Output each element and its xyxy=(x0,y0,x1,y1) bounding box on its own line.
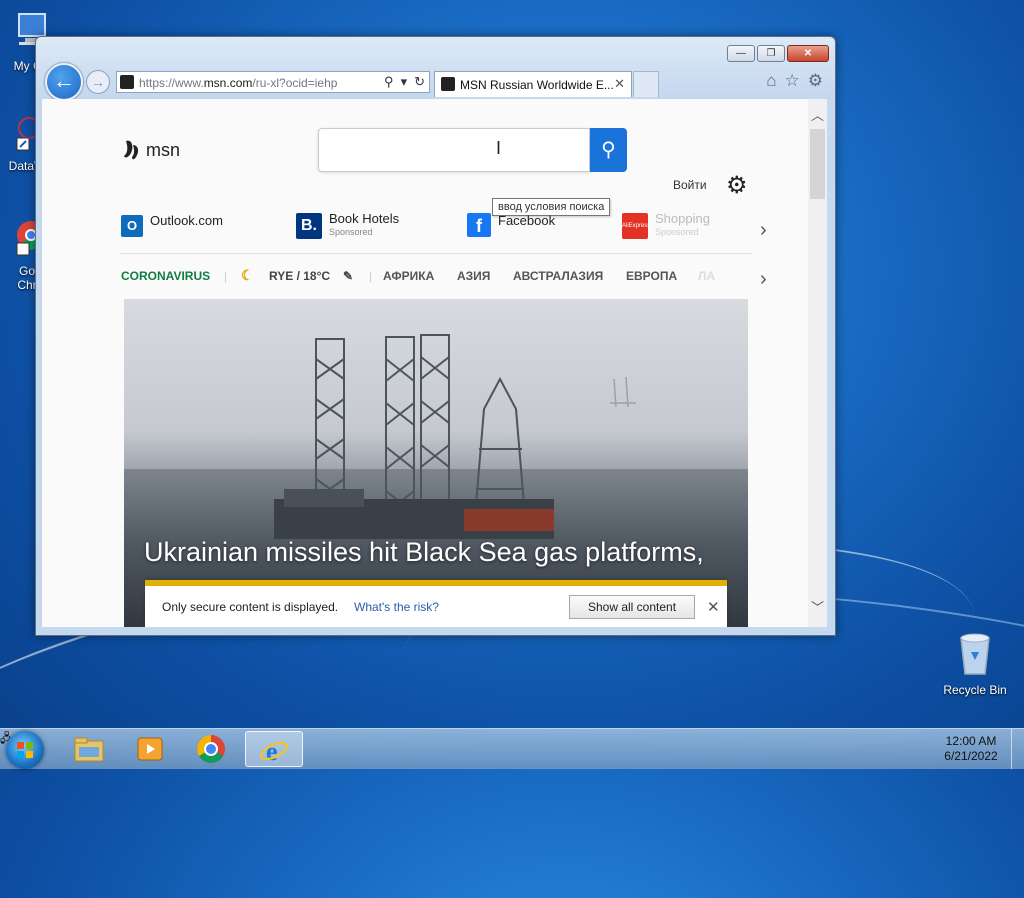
tab-close-icon[interactable]: ✕ xyxy=(614,76,625,92)
close-button[interactable]: ✕ xyxy=(787,45,829,62)
msn-favicon-icon xyxy=(441,77,455,91)
search-button[interactable]: ⚲ xyxy=(590,128,627,172)
nav-separator: | xyxy=(369,269,373,283)
dropdown-icon[interactable]: ▾ xyxy=(401,74,408,90)
taskbar-internet-explorer[interactable]: e xyxy=(245,731,303,767)
quicklink-label: Facebook xyxy=(498,213,556,228)
home-icon[interactable]: ⌂ xyxy=(766,71,776,91)
windows-logo-icon xyxy=(17,742,33,758)
sponsored-label: Sponsored xyxy=(329,227,373,237)
notification-message: Only secure content is displayed. xyxy=(162,600,339,614)
refresh-icon[interactable]: ↻ xyxy=(414,74,425,90)
quicklink-facebook[interactable]: f Facebook xyxy=(467,213,555,237)
divider xyxy=(121,253,751,254)
desktop-icon-label: Go Chr xyxy=(17,264,37,292)
taskbar: e 🖧 🔊 12:00 AM 6/21/2022 xyxy=(0,728,1024,769)
nav-region-asia[interactable]: АЗИЯ xyxy=(457,269,490,283)
nav-region-europe[interactable]: ЕВРОПА xyxy=(626,269,677,283)
booking-icon: B. xyxy=(296,213,322,239)
settings-gear-icon[interactable]: ⚙ xyxy=(726,171,748,200)
hero-headline[interactable]: Ukrainian missiles hit Black Sea gas pla… xyxy=(144,537,704,568)
svg-text:e: e xyxy=(266,737,278,765)
scroll-up-icon[interactable]: ︿ xyxy=(811,105,824,124)
address-url: https://www.msn.com/ru-xl?ocid=iehp xyxy=(139,76,338,90)
forward-button[interactable]: → xyxy=(86,70,110,94)
search-icon: ⚲ xyxy=(601,139,616,161)
desktop-icon-recycle-bin[interactable]: Recycle Bin xyxy=(940,630,1010,697)
start-button[interactable] xyxy=(6,731,44,769)
hero-image-oil-rigs xyxy=(124,334,748,627)
clock-date: 6/21/2022 xyxy=(944,749,998,763)
quicklink-outlook[interactable]: O Outlook.com xyxy=(121,213,223,237)
tab-title: MSN Russian Worldwide E... xyxy=(460,78,614,92)
recycle-bin-icon xyxy=(940,630,1010,681)
navbar-next-arrow-icon[interactable]: › xyxy=(760,268,767,291)
category-navbar: CORONAVIRUS | ☾ RYE / 18°C ✎ | АФРИКА АЗ… xyxy=(121,265,751,289)
nav-coronavirus[interactable]: CORONAVIRUS xyxy=(121,269,210,283)
page-viewport: msn I ⚲ ввод условия поиска Войти ⚙ O Ou… xyxy=(42,99,827,627)
edit-pencil-icon[interactable]: ✎ xyxy=(343,269,353,283)
text-cursor-icon: I xyxy=(496,138,502,158)
scroll-down-icon[interactable]: ﹀ xyxy=(811,597,824,616)
back-arrow-icon: ← xyxy=(53,68,75,93)
browser-tab[interactable]: MSN Russian Worldwide E... ✕ xyxy=(434,71,632,97)
internet-explorer-icon: e xyxy=(260,737,288,766)
quicklink-label: Outlook.com xyxy=(150,213,223,228)
minimize-button[interactable]: — xyxy=(727,45,755,62)
chrome-icon xyxy=(197,735,225,763)
taskbar-explorer[interactable] xyxy=(62,731,116,767)
favorites-star-icon[interactable]: ☆ xyxy=(785,71,800,91)
msn-logo-text: msn xyxy=(146,139,181,160)
media-player-icon xyxy=(137,737,163,761)
back-button[interactable]: ← xyxy=(45,63,83,101)
msn-favicon-icon xyxy=(120,75,134,89)
nav-separator: | xyxy=(224,269,228,283)
clock-time: 12:00 AM xyxy=(945,734,997,748)
moon-weather-icon: ☾ xyxy=(241,267,254,283)
taskbar-chrome[interactable] xyxy=(184,731,238,767)
quicklink-label: Shopping xyxy=(655,211,710,226)
security-notification-bar: Only secure content is displayed. What's… xyxy=(145,580,727,627)
tools-gear-icon[interactable]: ⚙ xyxy=(808,71,823,91)
restore-button[interactable]: ❐ xyxy=(757,45,785,62)
window-controls: — ❐ ✕ xyxy=(727,45,829,62)
forward-arrow-icon: → xyxy=(91,74,105,90)
address-bar[interactable]: https://www.msn.com/ru-xl?ocid=iehp ⚲ ▾ … xyxy=(116,71,430,93)
ie-browser-window: — ❐ ✕ ← → https://www.msn.com/ru-xl?ocid… xyxy=(35,36,836,636)
hero-article[interactable]: Ukrainian missiles hit Black Sea gas pla… xyxy=(124,299,748,627)
address-tools: ⚲ ▾ ↻ xyxy=(384,74,425,90)
desktop-icon-label: Recycle Bin xyxy=(943,683,1007,697)
ie-toolbar-icons: ⌂ ☆ ⚙ xyxy=(766,71,823,91)
sponsored-label: Sponsored xyxy=(655,227,699,237)
notification-close-icon[interactable]: ✕ xyxy=(707,598,720,616)
nav-weather[interactable]: RYE / 18°C xyxy=(269,269,330,283)
aliexpress-icon: AliExpress xyxy=(622,213,650,239)
scrollbar-thumb[interactable] xyxy=(810,129,825,199)
whats-the-risk-link[interactable]: What's the risk? xyxy=(354,600,439,614)
vertical-scrollbar[interactable]: ︿ ﹀ xyxy=(808,99,827,627)
taskbar-media-player[interactable] xyxy=(123,731,177,767)
search-input[interactable] xyxy=(318,128,590,172)
facebook-icon: f xyxy=(467,213,491,237)
quicklink-book-hotels[interactable]: B. Book Hotels Sponsored xyxy=(296,211,400,239)
quicklinks-bar: O Outlook.com B. Book Hotels Sponsored f … xyxy=(121,211,751,253)
nav-region-australasia[interactable]: АВСТРАЛАЗИЯ xyxy=(513,269,603,283)
outlook-icon: O xyxy=(121,215,143,237)
search-icon[interactable]: ⚲ xyxy=(384,74,394,90)
quicklink-label: Book Hotels xyxy=(329,211,400,226)
show-desktop-button[interactable] xyxy=(1011,729,1024,769)
msn-butterfly-icon xyxy=(124,140,139,160)
show-all-content-button[interactable]: Show all content xyxy=(569,595,695,619)
system-clock[interactable]: 12:00 AM 6/21/2022 xyxy=(936,734,1006,764)
windows-explorer-icon xyxy=(74,737,104,762)
nav-region-africa[interactable]: АФРИКА xyxy=(383,269,434,283)
signin-link[interactable]: Войти xyxy=(673,178,707,192)
nav-region-la[interactable]: ЛА xyxy=(698,269,715,283)
new-tab-button[interactable] xyxy=(633,71,659,97)
quicklinks-next-arrow-icon[interactable]: › xyxy=(760,219,767,242)
msn-logo[interactable]: msn xyxy=(122,137,180,163)
quicklink-shopping[interactable]: AliExpress Shopping Sponsored xyxy=(622,211,710,239)
